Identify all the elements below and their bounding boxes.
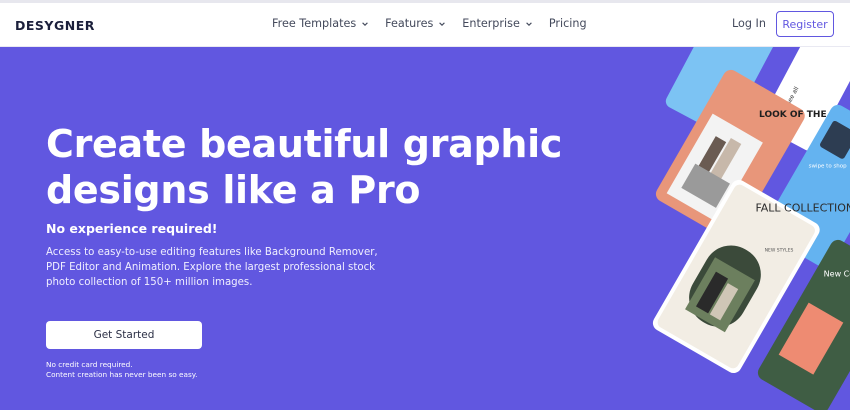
hero-subheading: No experience required! <box>46 221 218 236</box>
card-fall-sub: NEW STYLES <box>765 247 794 253</box>
nav-free-templates[interactable]: Free Templates <box>272 17 369 30</box>
hero-note: No credit card required. Content creatio… <box>46 360 197 380</box>
chevron-down-icon <box>526 21 532 26</box>
hero-headline: Create beautiful graphic designs like a … <box>46 122 563 212</box>
chevron-down-icon <box>439 21 446 26</box>
brand-logo[interactable]: DESYGNER <box>15 18 95 33</box>
nav-pricing-label: Pricing <box>548 17 587 30</box>
nav-enterprise[interactable]: Enterprise <box>462 17 533 30</box>
chevron-down-icon <box>362 21 368 26</box>
card-blue-text: swipe to shop <box>809 164 848 170</box>
register-button[interactable]: Register <box>776 11 834 37</box>
note-no-credit-card: No credit card required. <box>46 360 133 369</box>
nav-enterprise-label: Enterprise <box>462 17 520 30</box>
nav-free-templates-label: Free Templates <box>272 17 357 30</box>
get-started-button[interactable]: Get Started <box>46 321 202 349</box>
template-phone-mockups: see all LOOK OF THE DAY swipe to shop FA… <box>652 47 850 410</box>
card-green-text: New Coll <box>824 270 850 279</box>
nav-features-label: Features <box>385 17 434 30</box>
top-navigation-bar: DESYGNER Free Templates Features Enterpr… <box>0 3 850 47</box>
hero-description: Access to easy-to-use editing features l… <box>46 247 378 288</box>
nav-features[interactable]: Features <box>385 17 446 30</box>
login-link[interactable]: Log In <box>732 17 766 30</box>
nav-pricing[interactable]: Pricing <box>549 17 587 30</box>
main-menu: Free Templates Features Enterprise Prici… <box>272 17 603 30</box>
card-fall-title: FALL COLLECTION <box>755 201 850 214</box>
note-content-creation: Content creation has never been so easy. <box>46 370 198 379</box>
